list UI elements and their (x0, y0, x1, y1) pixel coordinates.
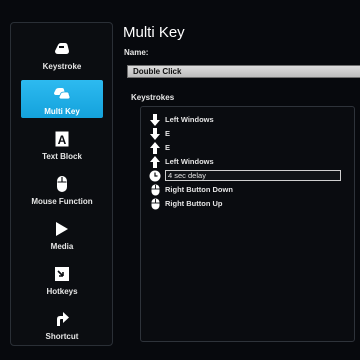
sidebar-item-hotkeys[interactable]: Hotkeys (21, 260, 103, 298)
text-block-icon: A (53, 130, 71, 148)
svg-text:A: A (58, 133, 67, 147)
name-field[interactable]: Double Click (127, 65, 360, 78)
sidebar-item-shortcut[interactable]: Shortcut (21, 305, 103, 343)
keystroke-text: Left Windows (165, 115, 214, 124)
page-title: Multi Key (123, 24, 185, 41)
keystroke-text: E (165, 143, 171, 152)
sidebar-item-label: Hotkeys (46, 287, 78, 296)
sidebar-item-label: Shortcut (45, 332, 79, 341)
mouse-button-icon (149, 184, 161, 196)
sidebar: Keystroke Multi Key A Text Block Mouse F… (10, 22, 113, 346)
sidebar-item-multi-key[interactable]: Multi Key (21, 80, 103, 118)
sidebar-item-label: Text Block (42, 152, 82, 161)
delay-field[interactable]: 4 sec delay (165, 170, 341, 181)
hotkey-icon (53, 265, 71, 283)
keyboard-key-icon (53, 40, 71, 58)
keystroke-text: E (165, 129, 171, 138)
sidebar-item-label: Media (50, 242, 74, 251)
list-item[interactable]: E (149, 141, 170, 154)
keystroke-text: Left Windows (165, 157, 214, 166)
name-label: Name: (124, 48, 149, 57)
mouse-icon (53, 175, 71, 193)
list-item[interactable]: E (149, 127, 170, 140)
sidebar-item-label: Keystroke (42, 62, 82, 71)
shortcut-arrow-icon (53, 310, 71, 328)
list-item[interactable]: Right Button Up (149, 197, 222, 210)
play-icon (53, 220, 71, 238)
sidebar-item-text-block[interactable]: A Text Block (21, 125, 103, 163)
arrow-down-icon (149, 127, 161, 140)
keystroke-text: Right Button Up (165, 199, 223, 208)
arrow-down-icon (149, 113, 161, 126)
list-item[interactable]: 4 sec delay (149, 169, 341, 182)
list-item[interactable]: Left Windows (149, 155, 214, 168)
keystrokes-list[interactable]: Left Windows E E Left Windows 4 sec dela… (140, 106, 355, 342)
list-item[interactable]: Right Button Down (149, 183, 233, 196)
multi-key-icon (53, 85, 71, 103)
sidebar-item-media[interactable]: Media (21, 215, 103, 253)
arrow-up-icon (149, 141, 161, 154)
keystroke-text: Right Button Down (165, 185, 233, 194)
sidebar-item-label: Multi Key (44, 107, 80, 116)
mouse-button-icon (149, 198, 161, 210)
sidebar-item-keystroke[interactable]: Keystroke (21, 35, 103, 73)
sidebar-item-label: Mouse Function (31, 197, 93, 206)
keystrokes-label: Keystrokes (131, 93, 175, 102)
sidebar-item-mouse-function[interactable]: Mouse Function (21, 170, 103, 208)
arrow-up-icon (149, 155, 161, 168)
list-item[interactable]: Left Windows (149, 113, 214, 126)
clock-icon (149, 170, 161, 182)
